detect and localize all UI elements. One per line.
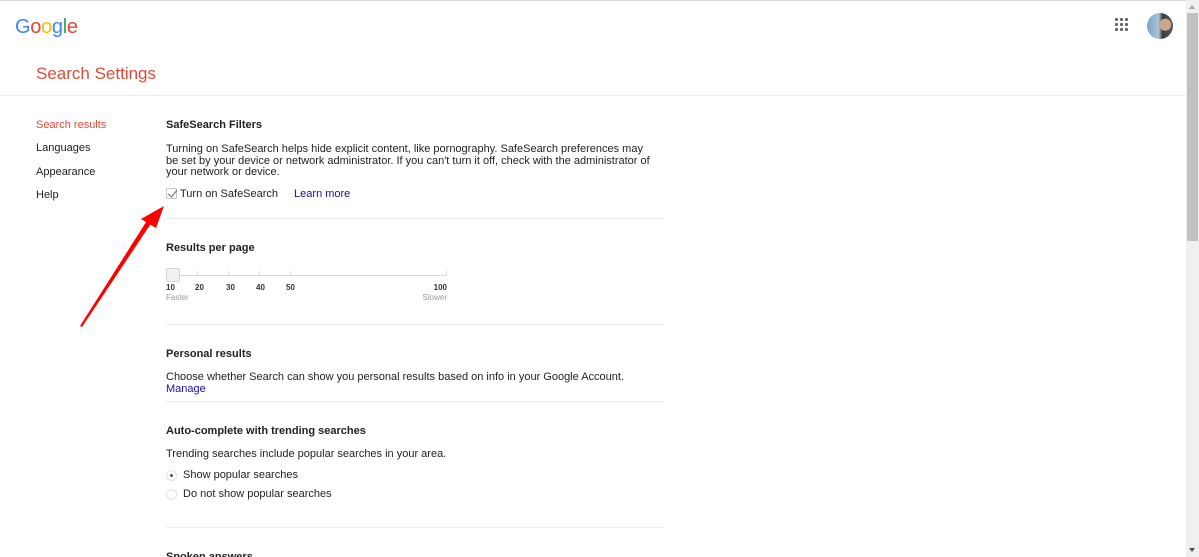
personal-description-text: Choose whether Search can show you perso… [166,371,624,383]
autocomplete-description: Trending searches include popular search… [166,448,447,460]
sidebar-item-help[interactable]: Help [36,188,106,211]
tick-label: 50 [286,283,295,292]
tick-label: 20 [195,283,204,292]
results-per-page-section: Results per page 10 20 30 40 50 100 Fast… [166,219,664,325]
slider-tick [197,271,198,276]
vertical-scrollbar[interactable] [1186,0,1199,557]
spoken-answers-section: Spoken answers [166,528,664,557]
section-title: Auto-complete with trending searches [166,425,366,437]
tick-label: 100 [433,283,447,292]
personal-results-section: Personal results Choose whether Search c… [166,325,664,402]
logo-letter: o [41,16,52,38]
slider-thumb[interactable] [166,268,180,282]
scrollbar-thumb[interactable] [1187,13,1198,241]
settings-main: SafeSearch Filters Turning on SafeSearch… [166,118,664,557]
tick-label: 30 [226,283,235,292]
autocomplete-options: Show popular searches Do not show popula… [166,466,664,504]
scroll-up-arrow-icon[interactable] [1189,5,1195,9]
section-title: Spoken answers [166,551,253,557]
results-per-page-slider[interactable]: 10 20 30 40 50 100 Faster Slower [166,267,447,311]
manage-link[interactable]: Manage [166,383,206,395]
slider-tick [228,271,229,276]
logo-letter: o [30,16,42,38]
tick-label: 10 [166,283,175,292]
scroll-down-arrow-icon[interactable] [1189,548,1195,552]
slider-tick [446,271,447,276]
radio-show-popular[interactable]: Show popular searches [166,466,664,485]
safesearch-row: Turn on SafeSearch Learn more [166,188,664,200]
logo-letter: g [51,16,63,38]
slider-tick [259,271,260,276]
radio-button-selected[interactable] [166,469,177,481]
section-title: SafeSearch Filters [166,119,262,131]
window-top-border [0,0,1186,1]
autocomplete-section: Auto-complete with trending searches Tre… [166,402,664,528]
slower-label: Slower [422,293,447,302]
tick-label: 40 [256,283,265,292]
page-title: Search Settings [36,64,157,83]
section-title: Personal results [166,348,252,360]
sidebar-item-search-results[interactable]: Search results [36,118,106,141]
settings-sidebar: Search results Languages Appearance Help [36,118,106,211]
apps-grid-icon[interactable] [1115,18,1129,32]
safesearch-checkbox[interactable] [166,188,177,199]
personal-description: Choose whether Search can show you perso… [166,371,664,395]
sidebar-item-languages[interactable]: Languages [36,141,106,164]
logo-letter: e [66,16,78,38]
radio-label: Show popular searches [183,469,298,481]
annotation-arrow-shaft [80,219,152,327]
logo-letter: G [15,16,31,38]
learn-more-link[interactable]: Learn more [294,188,350,200]
radio-hide-popular[interactable]: Do not show popular searches [166,485,664,504]
radio-label: Do not show popular searches [183,488,332,500]
annotation-arrow-head [141,206,164,228]
section-title: Results per page [166,242,255,254]
faster-label: Faster [166,293,189,302]
safesearch-section: SafeSearch Filters Turning on SafeSearch… [166,118,664,219]
account-avatar[interactable] [1147,13,1173,39]
google-logo[interactable]: Google [15,16,78,39]
sidebar-item-appearance[interactable]: Appearance [36,165,106,188]
header-divider [0,95,1186,96]
slider-track [166,275,447,276]
safesearch-checkbox-label[interactable]: Turn on SafeSearch [180,188,278,200]
slider-tick [290,271,291,276]
radio-button[interactable] [166,488,177,500]
safesearch-description: Turning on SafeSearch helps hide explici… [166,143,650,178]
